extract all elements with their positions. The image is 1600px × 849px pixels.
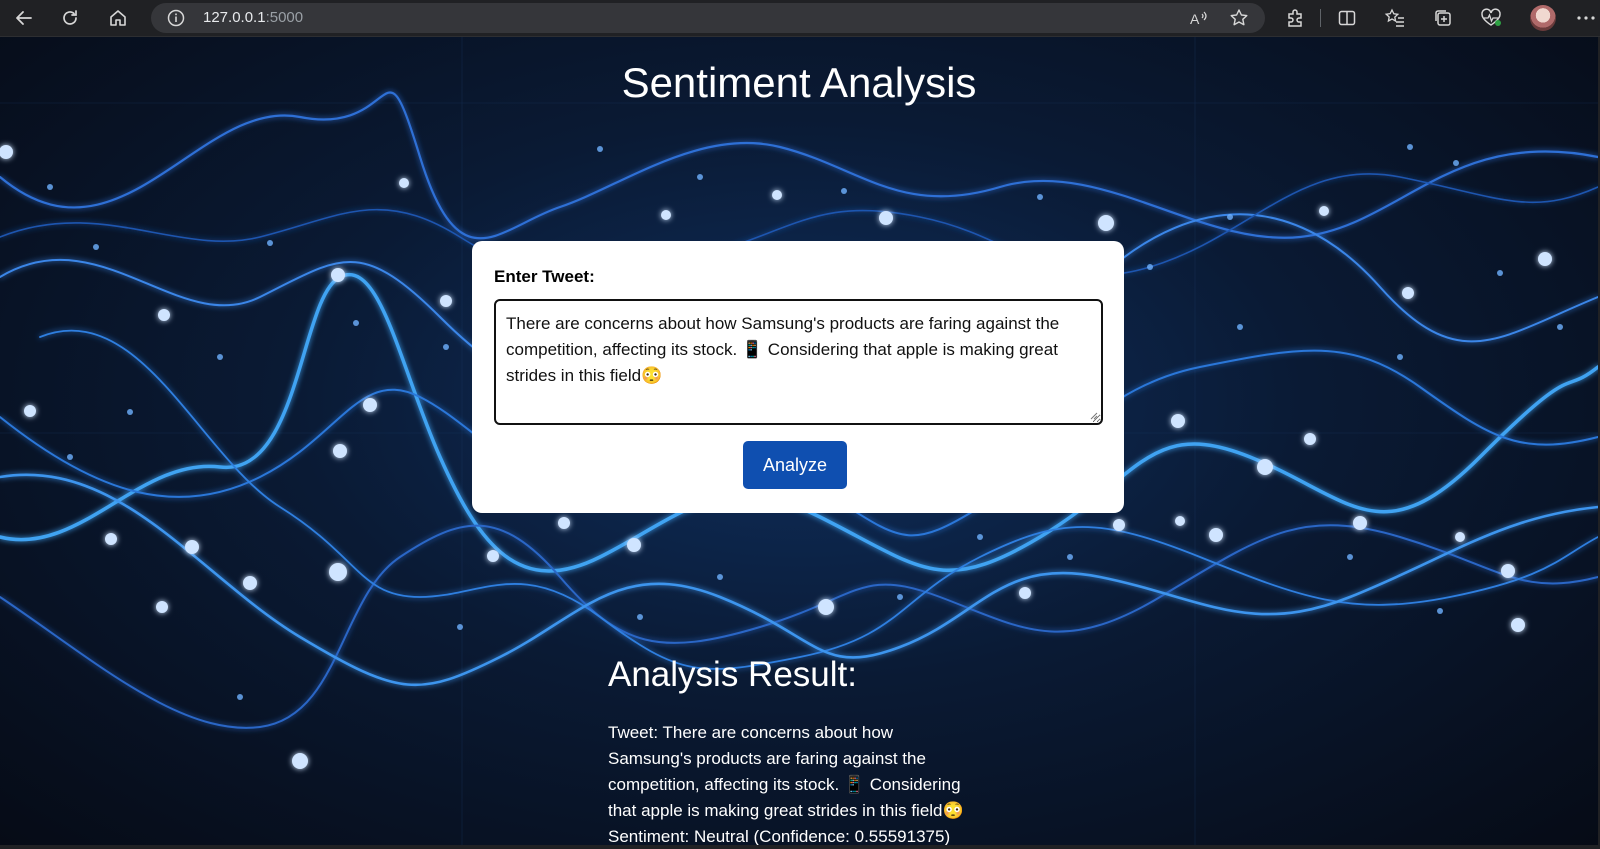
tweet-form-card: Enter Tweet: There are concerns about ho… (472, 241, 1124, 513)
tweet-input-label: Enter Tweet: (494, 267, 595, 286)
browser-toolbar: 127.0.0.1:5000 A (0, 0, 1600, 37)
url-port: :5000 (265, 9, 304, 26)
read-aloud-icon[interactable]: A (1185, 4, 1213, 32)
result-sentiment-text: Sentiment: Neutral (Confidence: 0.555913… (608, 827, 951, 845)
favorites-list-icon[interactable] (1381, 4, 1409, 32)
profile-avatar[interactable] (1530, 5, 1556, 31)
heart-pulse-icon[interactable] (1477, 4, 1505, 32)
puzzle-icon[interactable] (1281, 4, 1309, 32)
result-tweet-text: Tweet: There are concerns about how Sams… (608, 723, 964, 820)
window-edge-bottom (0, 845, 1600, 849)
toolbar-separator (1320, 9, 1321, 27)
url-text[interactable]: 127.0.0.1:5000 (203, 3, 303, 33)
web-page: Sentiment Analysis Enter Tweet: There ar… (0, 37, 1598, 845)
more-dots-icon[interactable] (1572, 4, 1600, 32)
back-arrow-icon[interactable] (10, 4, 38, 32)
tweet-textarea[interactable]: There are concerns about how Samsung's p… (494, 299, 1103, 425)
result-heading: Analysis Result: (608, 655, 857, 694)
address-bar[interactable]: 127.0.0.1:5000 A (151, 3, 1265, 33)
analyze-button[interactable]: Analyze (743, 441, 847, 489)
refresh-icon[interactable] (56, 4, 84, 32)
result-body: Tweet: There are concerns about how Sams… (608, 720, 976, 845)
collections-icon[interactable] (1429, 4, 1457, 32)
star-icon[interactable] (1225, 4, 1253, 32)
home-icon[interactable] (104, 4, 132, 32)
page-title: Sentiment Analysis (621, 59, 977, 106)
info-icon[interactable] (167, 9, 185, 27)
split-screen-icon[interactable] (1333, 4, 1361, 32)
svg-text:A: A (1190, 11, 1200, 27)
resize-handle-icon[interactable] (1088, 407, 1098, 420)
url-host: 127.0.0.1 (203, 9, 266, 26)
